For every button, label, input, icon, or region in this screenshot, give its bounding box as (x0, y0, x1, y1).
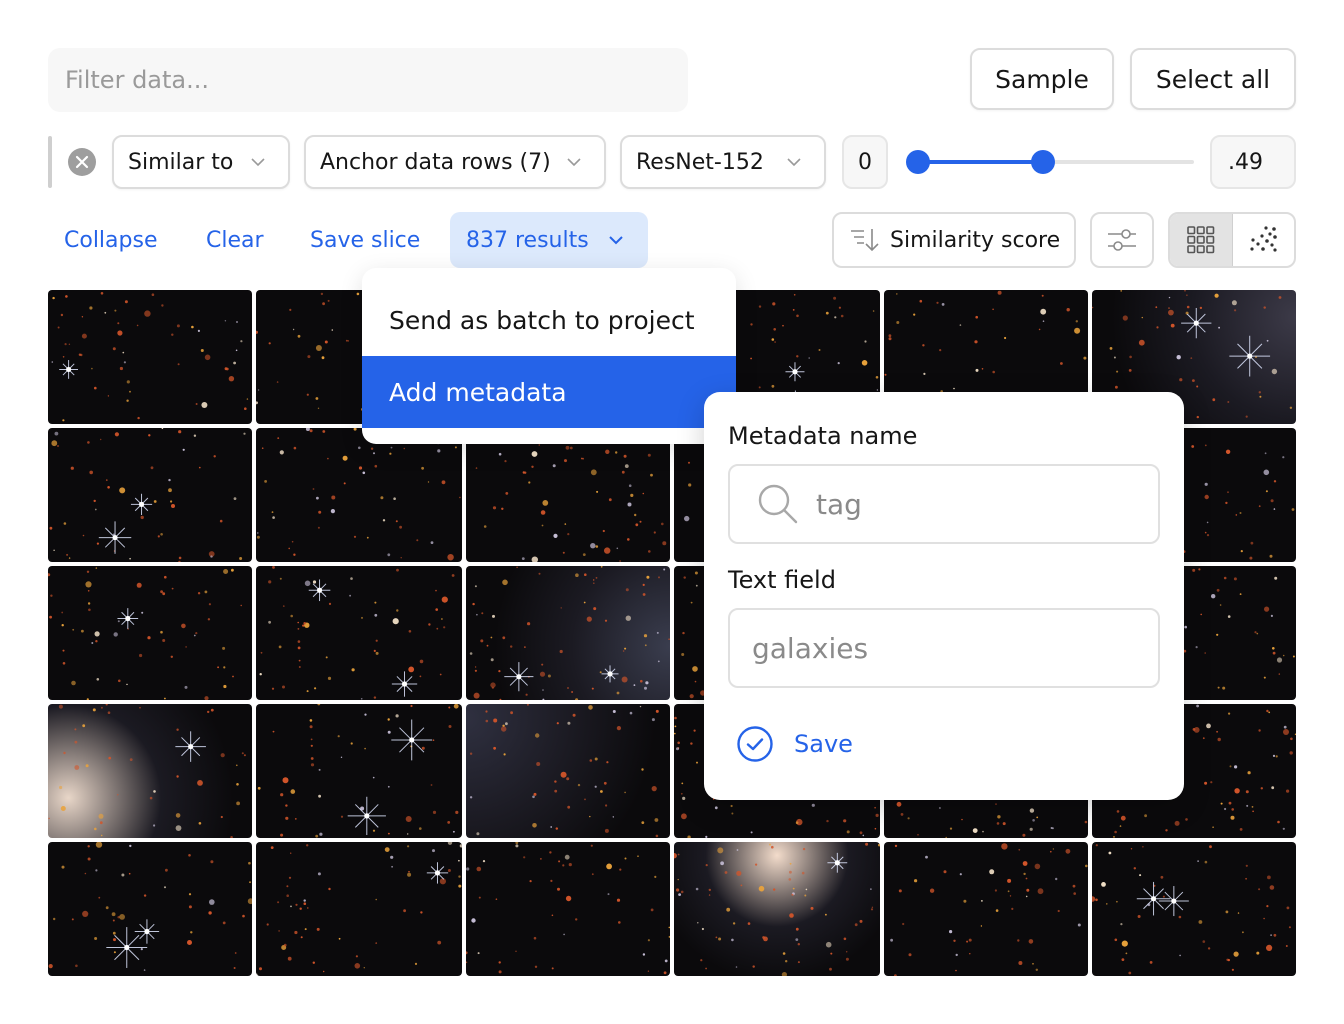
search-icon (758, 484, 798, 524)
condition-select[interactable]: Similar to (112, 135, 290, 189)
grid-icon (1186, 226, 1215, 254)
range-min-input[interactable]: 0 (842, 135, 888, 189)
results-dropdown-button[interactable]: 837 results (450, 212, 648, 268)
scatter-view-button[interactable] (1233, 214, 1295, 266)
result-image-tile[interactable] (256, 428, 462, 562)
filter-group-indicator (48, 136, 52, 188)
result-image-tile[interactable] (256, 842, 462, 976)
metadata-name-value: tag (816, 487, 862, 521)
result-image-tile[interactable] (466, 842, 670, 976)
metadata-name-label: Metadata name (728, 422, 918, 450)
remove-filter-button[interactable] (68, 148, 96, 176)
result-image-tile[interactable] (48, 704, 252, 838)
menu-item-label: Send as batch to project (389, 305, 695, 335)
range-min-value: 0 (858, 149, 872, 175)
results-count: 837 results (466, 227, 589, 253)
chevron-down-icon (567, 158, 581, 167)
range-max-input[interactable]: .49 (1210, 135, 1296, 189)
clear-button[interactable]: Clear (206, 228, 264, 253)
collapse-button[interactable]: Collapse (64, 228, 158, 253)
slider-handle-low[interactable] (906, 150, 930, 174)
save-label: Save (794, 730, 853, 758)
condition-select-value: Similar to (128, 149, 234, 175)
text-field-value: galaxies (752, 631, 869, 665)
sort-button[interactable]: Similarity score (832, 212, 1076, 268)
result-image-tile[interactable] (256, 566, 462, 700)
result-image-tile[interactable] (48, 290, 252, 424)
check-circle-icon (737, 726, 773, 762)
text-field-label: Text field (728, 566, 836, 594)
close-circle-icon (75, 155, 89, 169)
grid-view-button[interactable] (1170, 214, 1233, 266)
save-metadata-button[interactable]: Save (736, 725, 853, 763)
select-all-button[interactable]: Select all (1130, 48, 1296, 110)
sliders-icon (1108, 229, 1136, 251)
text-field-input[interactable]: galaxies (728, 608, 1160, 688)
range-max-value: .49 (1228, 149, 1263, 175)
scatter-icon (1250, 226, 1278, 252)
save-slice-button[interactable]: Save slice (310, 228, 420, 253)
similarity-slider-fill (918, 160, 1044, 164)
chevron-down-icon (787, 158, 801, 167)
sort-label: Similarity score (890, 227, 1061, 253)
result-image-tile[interactable] (466, 566, 670, 700)
result-image-tile[interactable] (1092, 842, 1296, 976)
result-image-tile[interactable] (48, 566, 252, 700)
result-image-tile[interactable] (674, 842, 880, 976)
result-image-tile[interactable] (466, 704, 670, 838)
chevron-down-icon (609, 236, 623, 245)
result-image-tile[interactable] (48, 428, 252, 562)
model-select-value: ResNet-152 (636, 149, 764, 175)
result-image-tile[interactable] (256, 704, 462, 838)
menu-item-send-batch[interactable]: Send as batch to project (362, 284, 736, 356)
model-select[interactable]: ResNet-152 (620, 135, 826, 189)
anchor-rows-select-value: Anchor data rows (7) (320, 149, 551, 175)
sort-descending-icon (851, 229, 879, 252)
menu-item-add-metadata[interactable]: Add metadata (362, 356, 736, 428)
view-mode-toggle[interactable] (1168, 212, 1296, 268)
sample-button[interactable]: Sample (970, 48, 1114, 110)
result-image-tile[interactable] (48, 842, 252, 976)
slider-handle-high[interactable] (1031, 150, 1056, 174)
metadata-name-input[interactable]: tag (728, 464, 1160, 544)
result-image-tile[interactable] (466, 428, 670, 562)
anchor-rows-select[interactable]: Anchor data rows (7) (304, 135, 606, 189)
results-actions-menu: Send as batch to project Add metadata (362, 268, 736, 444)
chevron-down-icon (251, 158, 265, 167)
add-metadata-popover: Metadata name tag Text field galaxies Sa… (704, 392, 1184, 800)
filter-settings-button[interactable] (1090, 212, 1154, 268)
result-image-tile[interactable] (884, 842, 1088, 976)
menu-item-label: Add metadata (389, 377, 567, 407)
filter-input[interactable] (48, 48, 688, 112)
